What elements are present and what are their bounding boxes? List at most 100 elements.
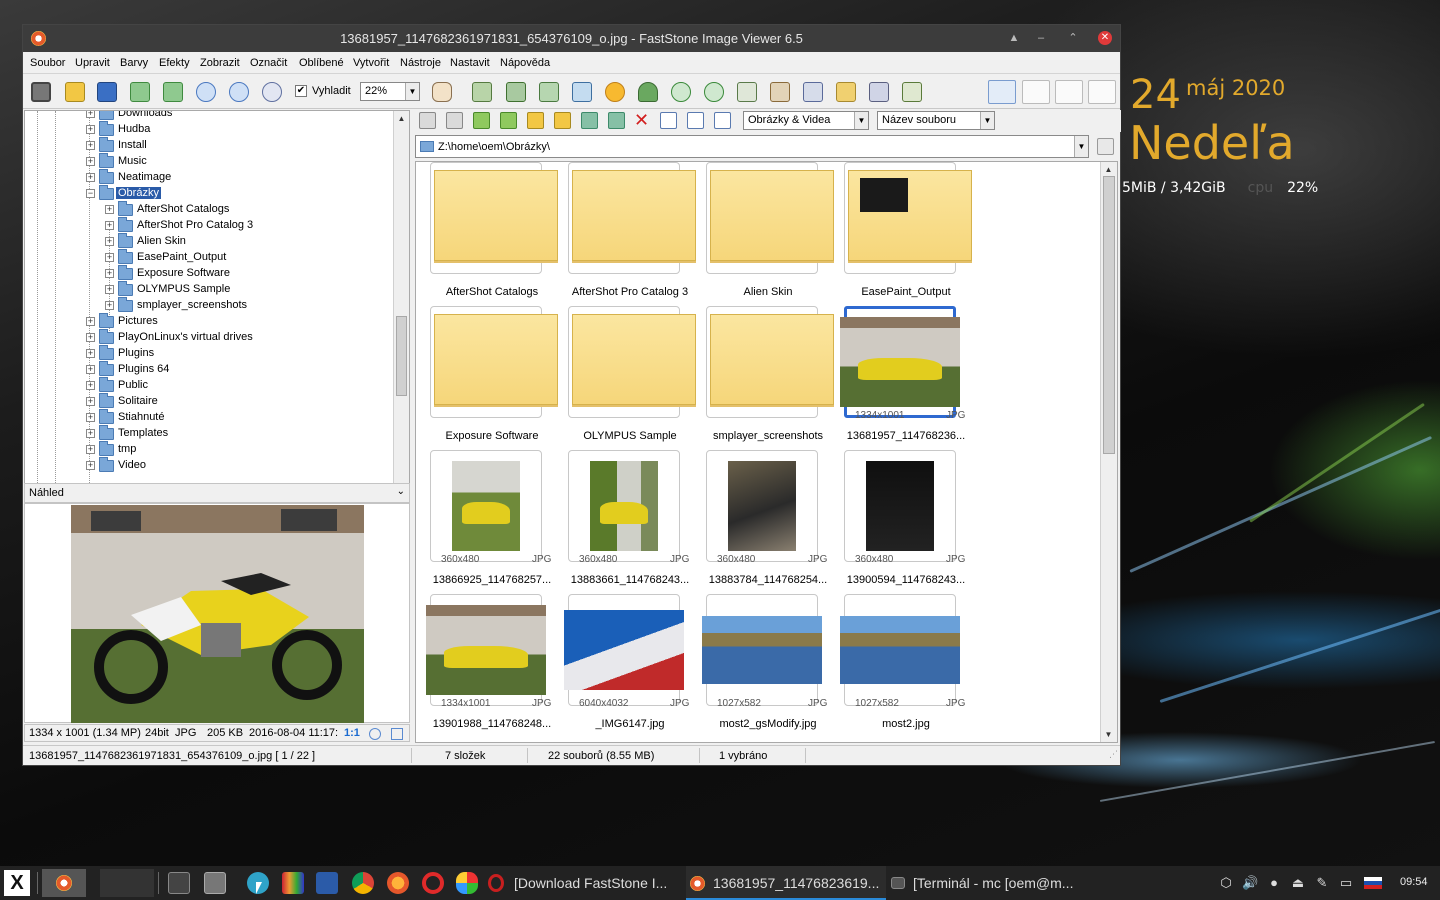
draw-icon[interactable] (803, 82, 823, 102)
expand-toggle-icon[interactable]: + (86, 413, 95, 422)
scroll-up-arrow[interactable]: ▲ (1103, 164, 1114, 175)
view-thumbnails-button[interactable] (1022, 80, 1050, 104)
settings-checklist-icon[interactable] (902, 82, 922, 102)
expand-toggle-icon[interactable]: + (86, 317, 95, 326)
path-text[interactable]: Z:\home\oem\Obrázky\ (438, 141, 550, 153)
expand-toggle-icon[interactable]: + (105, 301, 114, 310)
favorite-folder-icon[interactable] (527, 112, 544, 129)
chevron-down-icon[interactable]: ▼ (405, 83, 419, 100)
copy-to-icon[interactable] (581, 112, 598, 129)
folder-thumbnail[interactable]: OLYMPUS Sample (560, 306, 696, 450)
volume-tray-icon[interactable]: 🔊 (1242, 875, 1258, 891)
image-thumbnail[interactable]: 1027x582 JPG most2_gsModify.jpg (698, 594, 827, 738)
image-thumbnail[interactable]: 360x480 JPG 13883784_114768254... (698, 450, 827, 594)
menu-nastavit[interactable]: Nastavit (450, 57, 490, 69)
keyboard-layout-flag-icon[interactable] (1364, 877, 1382, 889)
zoom-in-icon[interactable] (196, 82, 216, 102)
terminal-launcher-icon[interactable] (168, 872, 190, 894)
photos-icon[interactable] (456, 872, 478, 894)
folder-thumbnail[interactable]: AfterShot Catalogs (422, 162, 558, 306)
image-thumbnail[interactable]: 6040x4032 JPG _IMG6147.jpg (560, 594, 689, 738)
resize-grip-icon[interactable]: ⋰ (1109, 749, 1118, 760)
firefox-icon[interactable] (387, 872, 409, 894)
refresh-icon[interactable] (500, 112, 517, 129)
thumbnail-grid[interactable]: AfterShot Catalogs AfterShot Pro Catalog … (415, 161, 1118, 743)
expand-toggle-icon[interactable]: + (105, 221, 114, 230)
clock[interactable]: 09:54 (1400, 876, 1428, 888)
file-manager-launcher-icon[interactable] (204, 872, 226, 894)
compare-icon[interactable] (737, 82, 757, 102)
menu-napoveda[interactable]: Nápověda (500, 57, 550, 69)
expand-toggle-icon[interactable]: + (86, 111, 95, 118)
menu-vytvorit[interactable]: Vytvořit (353, 57, 389, 69)
chevron-down-icon[interactable]: ▼ (1074, 136, 1088, 157)
menu-nastroje[interactable]: Nástroje (400, 57, 441, 69)
wallpaper-icon[interactable] (770, 82, 790, 102)
image-thumbnail[interactable]: 360x480 JPG 13900594_114768243... (836, 450, 965, 594)
acquire-camera-icon[interactable] (31, 82, 51, 102)
previous-image-icon[interactable] (130, 82, 150, 102)
task-terminal[interactable]: [Terminál - mc [oem@m... (913, 875, 1073, 891)
task-opera-download[interactable]: [Download FastStone I... (514, 875, 667, 891)
image-thumbnail[interactable]: 1027x582 JPG most2.jpg (836, 594, 965, 738)
expand-toggle-icon[interactable]: + (86, 333, 95, 342)
print-icon[interactable] (869, 82, 889, 102)
expand-toggle-icon[interactable]: + (105, 237, 114, 246)
task-faststone[interactable]: 13681957_11476823619... (713, 875, 879, 891)
expand-toggle-icon[interactable]: + (105, 269, 114, 278)
actual-size-icon[interactable] (262, 82, 282, 102)
preview-header[interactable]: Náhled ⌄ (24, 483, 410, 503)
expand-toggle-icon[interactable]: + (86, 157, 95, 166)
rotate-left-icon[interactable] (671, 82, 691, 102)
workspace-1[interactable] (42, 869, 86, 897)
menu-soubor[interactable]: Soubor (30, 57, 65, 69)
image-thumbnail[interactable]: 360x480 JPG 13866925_114768257... (422, 450, 551, 594)
scroll-up-arrow[interactable]: ▲ (396, 113, 407, 124)
menu-zobrazit[interactable]: Zobrazit (200, 57, 240, 69)
list-view-icon[interactable] (714, 112, 731, 129)
fullscreen-preview-icon[interactable] (391, 728, 403, 740)
hand-tool-icon[interactable] (432, 82, 452, 102)
fit-icon[interactable] (369, 728, 381, 740)
zoom-combo[interactable]: 22% ▼ (360, 82, 420, 101)
view-preview-button[interactable] (1055, 80, 1083, 104)
eject-tray-icon[interactable]: ⏏ (1290, 875, 1306, 891)
back-arrow-icon[interactable] (419, 112, 436, 129)
new-folder-icon[interactable] (554, 112, 571, 129)
scroll-down-arrow[interactable]: ▼ (1103, 729, 1114, 740)
title-bar[interactable]: 13681957_1147682361971831_654376109_o.jp… (23, 25, 1120, 52)
minimize-button[interactable]: – (1034, 31, 1048, 45)
menu-oblibene[interactable]: Oblíbené (299, 57, 344, 69)
rotate-right-icon[interactable] (704, 82, 724, 102)
workspace-2[interactable] (100, 869, 154, 897)
clipboard-tray-icon[interactable]: ✎ (1314, 875, 1330, 891)
display-tray-icon[interactable]: ▭ (1338, 875, 1354, 891)
chevron-down-icon[interactable]: ▼ (980, 112, 994, 129)
recycle-bin-icon[interactable] (1097, 138, 1114, 155)
menu-barvy[interactable]: Barvy (120, 57, 148, 69)
preview-ratio[interactable]: 1:1 (344, 727, 360, 739)
expand-toggle-icon[interactable]: + (86, 349, 95, 358)
email-icon[interactable] (836, 82, 856, 102)
image-thumbnail[interactable]: 1334x1001 JPG 13681957_114768236... (836, 306, 965, 450)
updates-tray-icon[interactable]: ● (1266, 875, 1282, 891)
thumbnail-view-icon[interactable] (660, 112, 677, 129)
forward-arrow-icon[interactable] (446, 112, 463, 129)
expand-toggle-icon[interactable]: + (86, 365, 95, 374)
path-field[interactable]: Z:\home\oem\Obrázky\ ▼ (415, 135, 1089, 158)
sort-combo[interactable]: Název souboru ▼ (877, 111, 995, 130)
close-button[interactable]: ✕ (1098, 31, 1112, 45)
tree-scroll-thumb[interactable] (396, 316, 407, 396)
delete-x-icon[interactable]: ✕ (633, 111, 650, 129)
open-folder-icon[interactable] (65, 82, 85, 102)
expand-toggle-icon[interactable]: + (86, 141, 95, 150)
expand-toggle-icon[interactable]: + (86, 429, 95, 438)
smooth-checkbox[interactable]: ✔ (295, 85, 307, 97)
opera-icon[interactable] (422, 872, 444, 894)
expand-toggle-icon[interactable]: + (86, 397, 95, 406)
chrome-icon[interactable] (352, 872, 374, 894)
save-icon[interactable] (97, 82, 117, 102)
crop-icon[interactable] (539, 82, 559, 102)
expand-toggle-icon[interactable]: + (86, 173, 95, 182)
folder-thumbnail[interactable]: EasePaint_Output (836, 162, 972, 306)
